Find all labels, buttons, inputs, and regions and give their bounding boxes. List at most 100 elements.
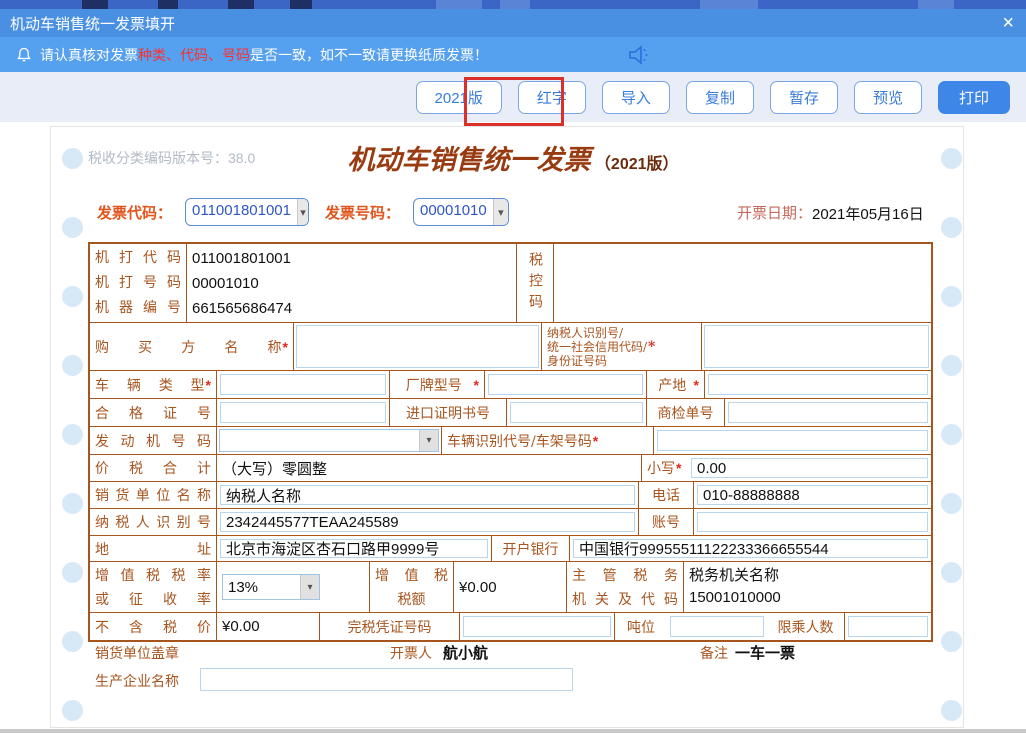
passenger-limit-label: 限乘人数: [772, 617, 839, 637]
machine-number-label: 机打号码: [95, 271, 181, 296]
passenger-limit-input[interactable]: [848, 616, 928, 637]
vat-rate-select[interactable]: 13% ▾: [222, 574, 320, 600]
engine-number-label: 发动机号码: [95, 431, 211, 451]
vat-row: 增值税税率 或征收率 13% ▾ 增值税 税额 ¥0.00: [90, 562, 931, 613]
origin-input[interactable]: [708, 374, 928, 395]
drawer-label: 开票人: [390, 643, 432, 663]
vehicle-type-input[interactable]: [220, 374, 386, 395]
remark-value: 一车一票: [735, 642, 795, 663]
invoice-code-select[interactable]: 011001801001 ▾: [185, 198, 309, 226]
chevron-down-icon: ▾: [493, 199, 508, 225]
import-cert-input[interactable]: [510, 402, 643, 423]
toolbar: 2021版 红字 导入 复制 暂存 预览 打印: [0, 72, 1026, 122]
close-icon[interactable]: ×: [1002, 10, 1014, 36]
red-invoice-button[interactable]: 红字: [518, 81, 586, 114]
tax-control-code-field[interactable]: [554, 244, 931, 322]
buyer-name-input[interactable]: [296, 325, 539, 368]
account-input[interactable]: [697, 512, 928, 532]
vin-label: 车辆识别代号/车架号码: [447, 431, 592, 451]
background-window-strip: [0, 0, 1026, 9]
machine-number-value: 00001010: [192, 271, 511, 296]
vin-input[interactable]: [657, 430, 928, 451]
total-lowercase-input[interactable]: 0.00: [691, 458, 928, 478]
tax-cert-label: 完税凭证号码: [325, 617, 454, 637]
invoice-date-value: 2021年05月16日: [812, 203, 924, 224]
manufacturer-input[interactable]: [200, 668, 573, 691]
vat-amount-label-line1: 增值税: [375, 565, 448, 585]
machine-code-label: 机打代码: [95, 246, 181, 271]
import-button[interactable]: 导入: [602, 81, 670, 114]
seller-taxid-input[interactable]: 2342445577TEAA245589: [220, 512, 635, 532]
seller-taxid-label: 纳税人识别号: [95, 512, 211, 532]
chevron-down-icon: ▾: [419, 430, 438, 451]
buyer-taxid-input[interactable]: [704, 325, 929, 368]
invoice-title: 机动车销售统一发票 （2021版）: [0, 138, 1026, 177]
certificate-input[interactable]: [220, 402, 386, 423]
total-row: 价税合计 （大写）零圆整 小写 * 0.00: [90, 455, 931, 482]
invoice-code-label: 发票代码：: [97, 202, 172, 223]
account-label: 账号: [644, 512, 688, 532]
draft-button[interactable]: 暂存: [770, 81, 838, 114]
invoice-number-select[interactable]: 00001010 ▾: [413, 198, 509, 226]
perforation-dot: [941, 700, 962, 721]
perforation-dot: [62, 217, 83, 238]
dialog-title: 机动车销售统一发票填开: [10, 13, 175, 34]
total-lowercase-label: 小写: [647, 458, 675, 478]
dialog-titlebar: 机动车销售统一发票填开 ×: [0, 9, 1026, 37]
authority-name-value: 税务机关名称: [689, 565, 781, 587]
perforation-dot: [62, 700, 83, 721]
notice-text-highlight: 种类、代码、号码: [138, 47, 250, 63]
copy-button[interactable]: 复制: [686, 81, 754, 114]
seller-name-input[interactable]: 纳税人名称: [220, 485, 635, 505]
authority-label-line2: 机关及代码: [572, 589, 678, 609]
print-button[interactable]: 打印: [938, 81, 1010, 114]
phone-input[interactable]: 010-88888888: [697, 485, 928, 505]
speaker-icon[interactable]: [626, 43, 652, 70]
tonnage-input[interactable]: [670, 616, 764, 637]
machine-id-value: 661565686474: [192, 296, 511, 321]
machine-code-value: 011001801001: [192, 246, 511, 271]
perforation-dot: [62, 631, 83, 652]
perforation-dot: [62, 286, 83, 307]
origin-label: 产地: [652, 375, 693, 395]
brand-model-label: 厂牌型号: [395, 375, 473, 395]
notice-bar: 请认真核对发票种类、代码、号码是否一致，如不一致请更换纸质发票！: [0, 37, 1026, 72]
bank-input[interactable]: 中国银行99955511122233366655544: [573, 539, 928, 558]
authority-label-line1: 主管税务: [572, 565, 678, 585]
perforation-dot: [941, 424, 962, 445]
invoice-form-table: 机打代码 机打号码 机器编号 011001801001 00001010 661…: [88, 242, 933, 642]
engine-vin-row: 发动机号码 ▾ 车辆识别代号/车架号码 *: [90, 427, 931, 455]
version-button[interactable]: 2021版: [416, 81, 502, 114]
engine-number-select[interactable]: ▾: [219, 429, 439, 452]
invoice-dialog: 机动车销售统一发票填开 × 请认真核对发票种类、代码、号码是否一致，如不一致请更…: [0, 0, 1026, 733]
price-extax-label: 不含税价: [95, 617, 211, 637]
preview-button[interactable]: 预览: [854, 81, 922, 114]
invoice-number-label: 发票号码：: [325, 202, 400, 223]
authority-code-value: 15001010000: [689, 587, 781, 609]
certificate-row: 合格证号 进口证明书号 商检单号: [90, 399, 931, 427]
chevron-down-icon: ▾: [297, 199, 308, 225]
address-input[interactable]: 北京市海淀区杏石口路甲9999号: [220, 539, 488, 558]
vehicle-type-label: 车辆类型: [95, 375, 205, 395]
perforation-dot: [941, 286, 962, 307]
perforation-dot: [941, 355, 962, 376]
bell-icon: [16, 47, 32, 63]
tax-cert-input[interactable]: [463, 616, 611, 637]
address-row: 地址 北京市海淀区杏石口路甲9999号 开户银行 中国银行99955511122…: [90, 536, 931, 562]
perforation-dot: [941, 562, 962, 583]
total-uppercase-value: （大写）零圆整: [222, 458, 327, 479]
chevron-down-icon: ▾: [300, 575, 319, 599]
inspection-input[interactable]: [728, 402, 928, 423]
drawer-value: 航小航: [443, 642, 488, 663]
address-label: 地址: [95, 539, 211, 559]
import-cert-label: 进口证明书号: [395, 403, 501, 423]
perforation-dot: [62, 424, 83, 445]
manufacturer-label: 生产企业名称: [95, 671, 179, 691]
perforation-dot: [941, 493, 962, 514]
brand-model-input[interactable]: [488, 374, 643, 395]
certificate-label: 合格证号: [95, 403, 211, 423]
invoice-date-label: 开票日期：: [737, 202, 812, 223]
vat-amount-value: ¥0.00: [459, 579, 497, 596]
perforation-dot: [62, 355, 83, 376]
machine-id-label: 机器编号: [95, 296, 181, 321]
